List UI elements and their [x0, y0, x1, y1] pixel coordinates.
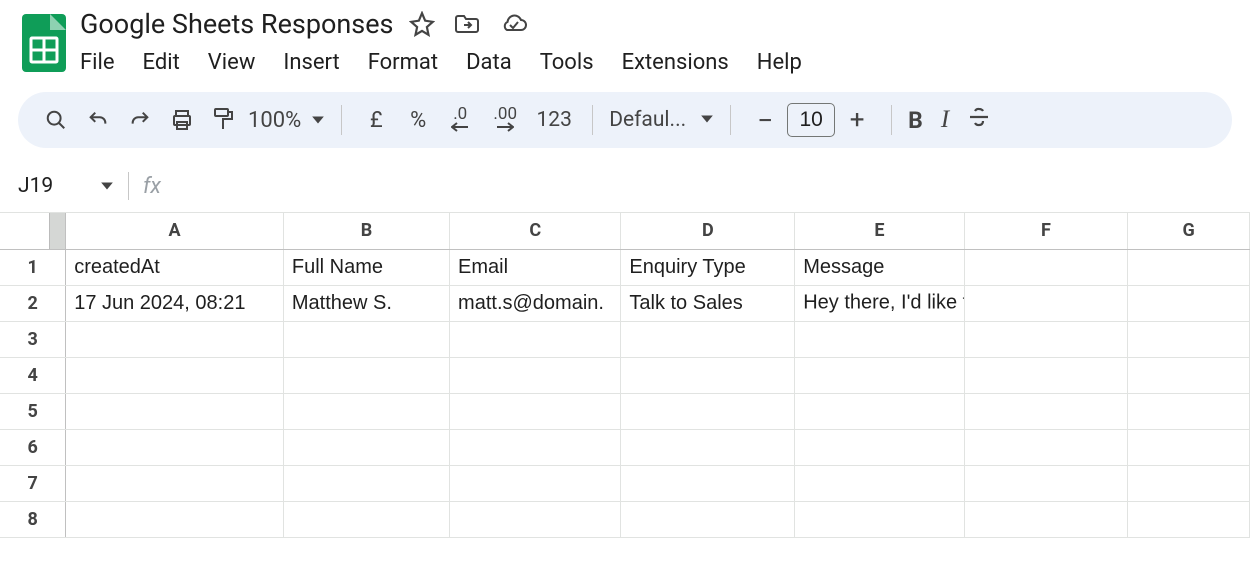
- cell-a1[interactable]: createdAt: [66, 249, 284, 285]
- menu-extensions[interactable]: Extensions: [622, 50, 729, 75]
- italic-button[interactable]: I: [941, 106, 949, 134]
- spreadsheet-grid[interactable]: A B C D E F G 1 createdAt Full Name Emai…: [0, 213, 1250, 538]
- formula-bar-fx: fx: [129, 174, 161, 199]
- sheets-logo[interactable]: [18, 8, 70, 78]
- number-format-button[interactable]: 123: [532, 102, 576, 138]
- print-icon[interactable]: [164, 102, 200, 138]
- col-header-b[interactable]: B: [283, 213, 449, 249]
- cell-f2[interactable]: [964, 285, 1128, 321]
- zoom-dropdown-icon[interactable]: [311, 108, 325, 133]
- font-size-input[interactable]: [787, 103, 835, 137]
- star-icon[interactable]: [409, 11, 435, 37]
- menu-help[interactable]: Help: [757, 50, 802, 75]
- row-header-1[interactable]: 1: [0, 249, 66, 285]
- font-dropdown-icon[interactable]: [700, 108, 714, 132]
- col-header-g[interactable]: G: [1128, 213, 1250, 249]
- row-header-4[interactable]: 4: [0, 357, 66, 393]
- menu-bar: File Edit View Insert Format Data Tools …: [80, 44, 802, 75]
- paint-format-icon[interactable]: [206, 102, 242, 138]
- cell-b1[interactable]: Full Name: [283, 249, 449, 285]
- strikethrough-button[interactable]: [967, 105, 991, 135]
- increase-font-size-button[interactable]: +: [839, 102, 875, 138]
- menu-tools[interactable]: Tools: [540, 50, 594, 75]
- cell-reference: J19: [18, 174, 53, 198]
- menu-format[interactable]: Format: [368, 50, 438, 75]
- cell-g2[interactable]: [1128, 285, 1250, 321]
- menu-insert[interactable]: Insert: [283, 50, 339, 75]
- decrease-decimal-button[interactable]: .0: [442, 102, 478, 138]
- name-box-dropdown-icon[interactable]: [100, 179, 114, 193]
- bold-button[interactable]: B: [908, 107, 923, 134]
- toolbar: 100% £ % .0 .00 123 Defaul... − + B I: [18, 92, 1232, 148]
- menu-view[interactable]: View: [208, 50, 256, 75]
- search-icon[interactable]: [38, 102, 74, 138]
- row-header-3[interactable]: 3: [0, 321, 66, 357]
- name-box[interactable]: J19: [0, 174, 128, 198]
- col-header-f[interactable]: F: [964, 213, 1128, 249]
- col-header-c[interactable]: C: [450, 213, 621, 249]
- col-header-e[interactable]: E: [795, 213, 964, 249]
- cell-b2[interactable]: Matthew S.: [283, 285, 449, 321]
- cell-f1[interactable]: [964, 249, 1128, 285]
- decrease-font-size-button[interactable]: −: [747, 102, 783, 138]
- font-family-select[interactable]: Defaul...: [609, 108, 686, 132]
- col-header-a[interactable]: A: [66, 213, 284, 249]
- cell-c1[interactable]: Email: [450, 249, 621, 285]
- menu-data[interactable]: Data: [466, 50, 512, 75]
- cell-e1[interactable]: Message: [795, 249, 964, 285]
- cloud-status-icon[interactable]: [499, 12, 529, 36]
- row-header-2[interactable]: 2: [0, 285, 66, 321]
- zoom-value[interactable]: 100%: [248, 108, 301, 133]
- col-header-d[interactable]: D: [621, 213, 795, 249]
- row-header-6[interactable]: 6: [0, 429, 66, 465]
- cell-c2[interactable]: matt.s@domain.: [450, 285, 621, 321]
- cell-a3[interactable]: [66, 321, 284, 357]
- row-header-7[interactable]: 7: [0, 465, 66, 501]
- cell-d2[interactable]: Talk to Sales: [621, 285, 795, 321]
- row-header-8[interactable]: 8: [0, 501, 66, 537]
- move-icon[interactable]: [453, 12, 481, 36]
- redo-icon[interactable]: [122, 102, 158, 138]
- cell-d1[interactable]: Enquiry Type: [621, 249, 795, 285]
- row-header-5[interactable]: 5: [0, 393, 66, 429]
- menu-edit[interactable]: Edit: [143, 50, 180, 75]
- percent-button[interactable]: %: [400, 102, 436, 138]
- cell-e2[interactable]: Hey there, I'd like to talk to Sales to …: [795, 285, 964, 321]
- menu-file[interactable]: File: [80, 50, 115, 75]
- undo-icon[interactable]: [80, 102, 116, 138]
- document-title[interactable]: Google Sheets Responses: [80, 8, 393, 40]
- cell-g1[interactable]: [1128, 249, 1250, 285]
- increase-decimal-button[interactable]: .00: [484, 102, 526, 138]
- select-all-corner[interactable]: [0, 213, 66, 249]
- currency-button[interactable]: £: [358, 102, 394, 138]
- cell-a2[interactable]: 17 Jun 2024, 08:21: [66, 285, 284, 321]
